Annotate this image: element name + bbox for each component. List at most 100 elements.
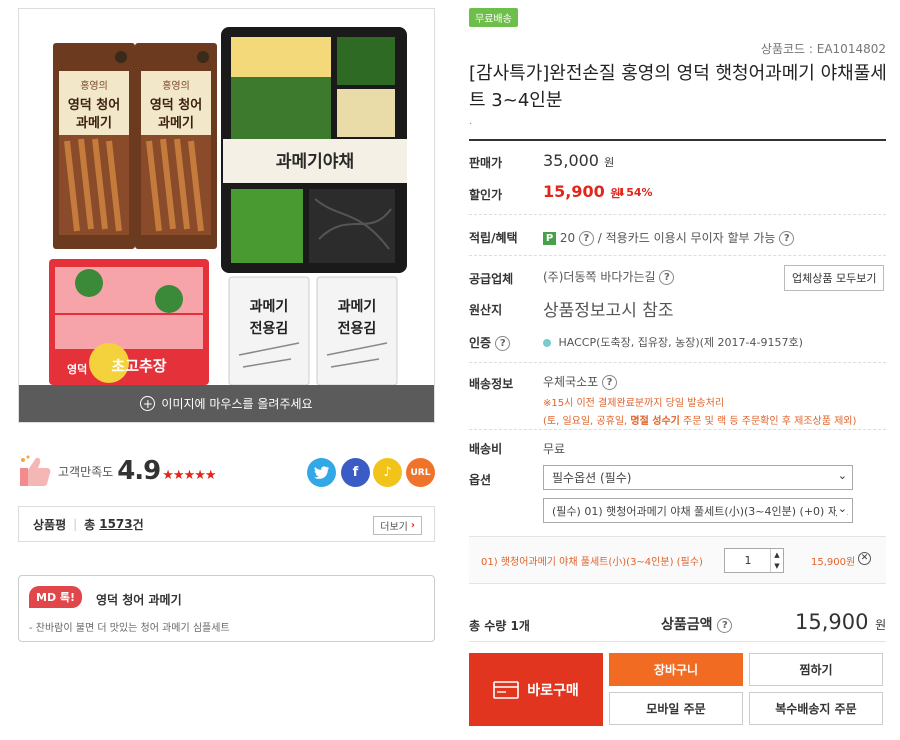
svg-text:영덕: 영덕 [67,362,87,376]
divider [469,641,886,642]
fee-value: 무료 [543,442,566,456]
svg-text:과메기: 과메기 [338,299,377,315]
points-label: 적립/혜택 [469,231,518,245]
mobile-order-button[interactable]: 모바일 주문 [609,692,743,725]
divider [469,429,886,430]
rating-label: 고객만족도 [58,464,114,479]
help-icon[interactable]: ? [602,375,618,390]
chevron-down-icon: ⌄ [835,502,847,515]
svg-text:과메기: 과메기 [250,299,289,315]
facebook-share-icon[interactable]: f [341,458,370,487]
review-unit: 건 [132,517,144,532]
shipping-note-line1: ※15시 이전 결제완료분까지 당일 발송처리 [543,398,725,409]
svg-text:전용김: 전용김 [250,320,289,337]
kakao-share-icon[interactable]: ♪ [373,458,402,487]
divider [469,362,886,363]
buy-now-button[interactable]: 바로구매 [469,653,603,726]
rating-row: 고객만족도 4.9 ★★★★★ f ♪ URL [18,446,438,496]
help-icon[interactable]: ? [495,336,511,351]
product-image-box[interactable]: 홍영의 영덕 청어 과메기 홍영의 영덕 청어 과메기 과메기야채 영덕 초고추… [18,8,435,423]
md-badge: MD 톡! [29,586,83,608]
shipping-label: 배송정보 [469,377,514,391]
divider: | [73,517,78,531]
price-original: 35,000 원 [543,151,615,170]
amount-label: 상품금액 ? [661,614,733,634]
gwamegi-pack-left [53,43,135,249]
selected-option-row: 01) 햇청어과메기 야채 풀세트(小)(3~4인분) (필수) 1 ▲ ▼ 1… [469,536,886,584]
svg-text:초고추장: 초고추장 [111,357,166,375]
remove-option-icon[interactable]: ✕ [858,552,871,565]
help-icon[interactable]: ? [779,231,795,246]
gwamegi-pack-right [135,43,217,249]
quantity-stepper[interactable]: 1 ▲ ▼ [724,548,784,573]
title-dot: . [469,116,473,127]
shipping-value: 우체국소포 [543,375,599,389]
points-row: P 20 ? / 적용카드 이용시 무이자 할부 가능 ? [543,229,795,246]
svg-text:홍영의: 홍영의 [162,79,190,92]
cert-label: 인증 ? [469,334,511,351]
chevron-down-icon: ⌄ [837,469,847,482]
chevron-right-icon: › [410,520,415,531]
review-total-label: 총 [84,517,96,532]
points-value: 20 [559,231,576,245]
rating-stars: ★★★★★ [162,467,216,483]
divider [469,139,886,141]
hover-hint-text: 이미지에 마우스를 올려주세요 [161,397,313,411]
haccp-icon [543,339,551,347]
quantity-spin[interactable]: ▲ ▼ [770,549,783,572]
vendor-products-button[interactable]: 업체상품 모두보기 [784,265,885,291]
twitter-share-icon[interactable] [307,458,336,487]
supplier-label: 공급업체 [469,272,514,286]
divider [469,255,886,256]
thumbs-up-icon [20,455,51,486]
quantity-input[interactable]: 1 [725,554,771,567]
origin-value: 상품정보고시 참조 [543,301,674,321]
price-sale: 15,900 원 [543,182,621,201]
svg-text:과메기: 과메기 [76,116,112,131]
cart-button[interactable]: 장바구니 [609,653,743,686]
url-share-icon[interactable]: URL [406,458,435,487]
md-talk-box: MD 톡! 영덕 청어 과메기 - 찬바람이 불면 더 맛있는 청어 과메기 심… [18,575,435,642]
svg-text:영덕 청어: 영덕 청어 [150,97,202,113]
review-label: 상품평 [33,517,67,532]
shipping-note: ※15시 이전 결제완료분까지 당일 발송처리 (토, 일요일, 공휴일, 명절… [543,395,856,431]
sale-label: 할인가 [469,188,503,202]
origin-label: 원산지 [469,303,503,317]
review-more-button[interactable]: 더보기 › [373,516,422,535]
cert-value: HACCP(도축장, 집유장, 농장)(제 2017-4-9157호) [558,336,803,349]
review-summary: 상품평 | 총 1573 건 더보기 › [18,506,435,542]
total-amount: 15,900 원 [795,610,887,634]
help-icon[interactable]: ? [717,617,733,633]
svg-text:전용김: 전용김 [338,320,377,337]
quantity-down-icon[interactable]: ▼ [774,562,779,570]
help-icon[interactable]: ? [578,231,594,246]
help-icon[interactable]: ? [659,270,675,285]
discount-rate: ⬇54% [617,186,653,199]
review-count[interactable]: 1573 [99,517,132,531]
wishlist-button[interactable]: 찜하기 [749,653,883,686]
free-shipping-badge: 무료배송 [469,8,518,27]
supplier-value: (주)더동쪽 바다가는길 [543,270,656,284]
point-p-icon: P [543,232,556,245]
selected-option-name: 01) 햇청어과메기 야채 풀세트(小)(3~4인분) (필수) [481,557,703,568]
md-description: - 찬바람이 불면 더 맛있는 청어 과메기 심플세트 [29,623,230,634]
shipping-row: 우체국소포 ? [543,373,618,390]
points-separator: / [597,231,602,245]
product-image[interactable]: 홍영의 영덕 청어 과메기 홍영의 영덕 청어 과메기 과메기야채 영덕 초고추… [19,9,434,385]
fee-label: 배송비 [469,442,503,456]
image-hover-hint: + 이미지에 마우스를 올려주세요 [19,385,434,422]
product-title: [감사특가]완전손질 홍영의 영덕 햇청어과메기 야채풀세트 3~4인분 [469,63,887,111]
product-code: 상품코드 : EA1014802 [760,42,886,56]
svg-text:영덕 청어: 영덕 청어 [68,97,120,113]
zoom-plus-icon: + [140,396,156,411]
cert-row: HACCP(도축장, 집유장, 농장)(제 2017-4-9157호) [543,334,803,350]
option-selected-select[interactable]: (필수) 01) 햇청어과메기 야채 풀세트(小)(3~4인분) (+0) 재고… [543,498,853,523]
vegetable-tray [221,27,407,273]
points-card-info: 적용카드 이용시 무이자 할부 가능 [605,231,776,245]
svg-text:과메기: 과메기 [158,116,194,131]
svg-text:과메기야채: 과메기야채 [276,152,354,172]
quantity-up-icon[interactable]: ▲ [774,551,779,559]
multi-address-order-button[interactable]: 복수배송지 주문 [749,692,883,725]
option-select[interactable]: 필수옵션 (필수) ⌄ [543,465,853,490]
total-quantity: 총 수량 1개 [469,619,530,633]
